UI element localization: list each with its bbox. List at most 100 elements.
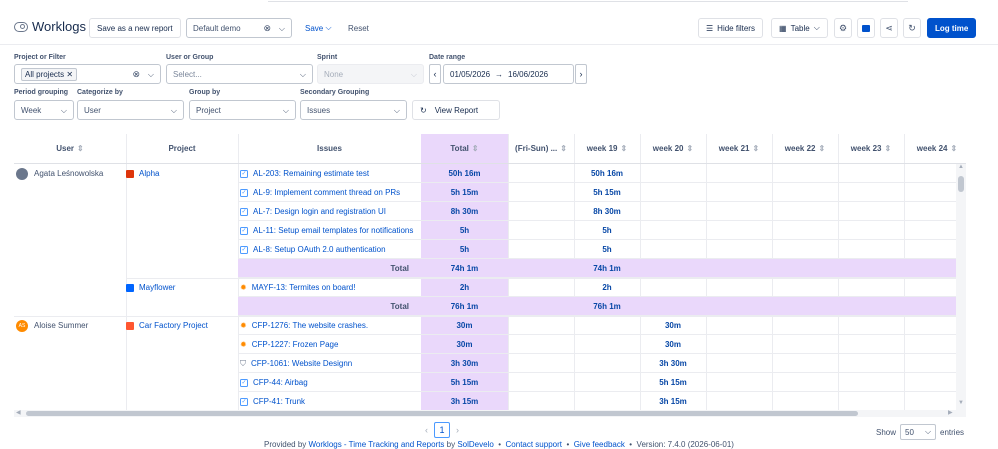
categorize-by-select[interactable]: User ⌵ (77, 100, 184, 120)
issue-cell[interactable]: ✹ CFP-1227: Frozen Page (240, 335, 421, 354)
project-avatar-icon (126, 283, 134, 292)
column-header-week-24[interactable]: week 24 ⇕ (904, 134, 966, 164)
column-header-week-22[interactable]: week 22 ⇕ (772, 134, 838, 164)
secondary-grouping-select[interactable]: Issues ⌵ (300, 100, 407, 120)
date-next-button[interactable]: › (575, 64, 587, 84)
footer-feedback-link[interactable]: Give feedback (574, 440, 625, 449)
column-header-week-19[interactable]: week 19 ⇕ (574, 134, 640, 164)
column-header-week-23[interactable]: week 23 ⇕ (838, 134, 904, 164)
table-icon: ▦ (779, 23, 787, 33)
sort-icon[interactable]: ⇕ (472, 144, 479, 153)
sprint-filter-select: None ⌵ (317, 64, 424, 84)
scroll-down-icon[interactable]: ▼ (958, 400, 964, 406)
project-cell[interactable]: Car Factory Project (126, 316, 238, 335)
date-prev-button[interactable]: ‹ (429, 64, 441, 84)
column-header-project[interactable]: Project (126, 134, 238, 164)
log-time-button[interactable]: Log time (927, 18, 977, 38)
issue-link[interactable]: CFP-44: Airbag (253, 378, 308, 387)
issue-cell[interactable]: ✓ AL-9: Implement comment thread on PRs (240, 183, 421, 202)
project-cell[interactable]: Mayflower (126, 278, 238, 297)
issue-link[interactable]: CFP-1061: Website Designn (251, 359, 352, 368)
column-header-week-21[interactable]: week 21 ⇕ (706, 134, 772, 164)
footer-app-link[interactable]: Worklogs - Time Tracking and Reports (309, 440, 445, 449)
hide-filters-button[interactable]: ☰ Hide filters (698, 18, 763, 38)
issue-cell[interactable]: ✓ AL-7: Design login and registration UI (240, 202, 421, 221)
issue-link[interactable]: AL-8: Setup OAuth 2.0 authentication (253, 245, 386, 254)
issue-cell[interactable]: ⛉ CFP-1061: Website Designn (240, 354, 421, 373)
issue-cell[interactable]: ✓ CFP-44: Airbag (240, 373, 421, 392)
view-mode-select[interactable]: ▦ Table ⌵ (771, 18, 828, 38)
horizontal-scrollbar[interactable]: ◀ ▶ (14, 410, 966, 417)
remove-chip-icon[interactable]: ✕ (66, 70, 73, 79)
save-button[interactable]: Save ⌵ (305, 18, 332, 38)
page-size-select[interactable]: 50 ⌵ (900, 424, 937, 440)
bug-icon: ✹ (240, 283, 247, 292)
user-filter-select[interactable]: Select... ⌵ (166, 64, 313, 84)
project-link[interactable]: Mayflower (139, 283, 175, 292)
issue-link[interactable]: CFP-1227: Frozen Page (252, 340, 339, 349)
period-grouping-select[interactable]: Week ⌵ (14, 100, 74, 120)
vertical-scrollbar[interactable]: ▲ ▼ (956, 164, 966, 410)
page-1-button[interactable]: 1 (434, 422, 450, 438)
column-header-week-20[interactable]: week 20 ⇕ (640, 134, 706, 164)
sort-icon[interactable]: ⇕ (560, 144, 567, 153)
week-19-value: 5h (602, 226, 612, 235)
next-page-button[interactable]: › (456, 425, 459, 435)
group-by-select[interactable]: Project ⌵ (189, 100, 296, 120)
calendar-icon[interactable] (857, 18, 875, 38)
clear-icon[interactable]: ⊗ (263, 23, 271, 34)
issue-link[interactable]: CFP-1276: The website crashes. (252, 321, 368, 330)
prev-page-button[interactable]: ‹ (425, 425, 428, 435)
sort-icon[interactable]: ⇕ (819, 144, 826, 153)
sort-icon[interactable]: ⇕ (621, 144, 628, 153)
total-value: 5h (459, 245, 470, 254)
column-header-total[interactable]: Total ⇕ (421, 134, 508, 164)
footer-contact-link[interactable]: Contact support (506, 440, 562, 449)
issue-cell[interactable]: ✓ CFP-41: Trunk (240, 392, 421, 411)
share-icon[interactable]: ⋖ (880, 18, 898, 38)
scroll-right-icon[interactable]: ▶ (948, 409, 953, 416)
footer-vendor-link[interactable]: SolDevelo (457, 440, 493, 449)
sort-icon[interactable]: ⇕ (885, 144, 892, 153)
sort-icon[interactable]: ⇕ (951, 144, 958, 153)
project-link[interactable]: Alpha (139, 169, 159, 178)
sort-icon[interactable]: ⇕ (77, 144, 84, 153)
scroll-up-icon[interactable]: ▲ (958, 164, 964, 170)
view-mode-label: Table (790, 23, 810, 33)
issue-cell[interactable]: ✹ CFP-1276: The website crashes. (240, 316, 421, 335)
project-filter-select[interactable]: All projects ✕ ⊗ ⌵ (14, 64, 161, 84)
save-as-new-report-button[interactable]: Save as a new report (89, 18, 181, 38)
reset-button[interactable]: Reset (348, 18, 369, 38)
project-avatar-icon (126, 169, 134, 178)
column-header-issues[interactable]: Issues (238, 134, 421, 164)
column-header-user[interactable]: User ⇕ (14, 134, 126, 164)
view-report-button[interactable]: ↻ View Report (412, 100, 500, 120)
issue-link[interactable]: AL-11: Setup email templates for notific… (253, 226, 413, 235)
issue-cell[interactable]: ✓ AL-8: Setup OAuth 2.0 authentication (240, 240, 421, 259)
project-link[interactable]: Car Factory Project (139, 321, 208, 330)
week-19-value: 5h 15m (593, 188, 621, 197)
issue-cell[interactable]: ✓ AL-203: Remaining estimate test (240, 164, 421, 183)
column-header--fri-sun-[interactable]: (Fri-Sun) ... ⇕ (508, 134, 574, 164)
issue-cell[interactable]: ✹ MAYF-13: Termites on board! (240, 278, 421, 297)
date-range-input[interactable]: 01/05/2026 → 16/06/2026 (443, 64, 574, 84)
scroll-left-icon[interactable]: ◀ (16, 409, 21, 416)
user-cell[interactable]: AS Aloise Summer (16, 316, 126, 335)
settings-gear-icon[interactable]: ⚙ (834, 18, 852, 38)
issue-cell[interactable]: ✓ AL-11: Setup email templates for notifi… (240, 221, 421, 240)
issue-link[interactable]: AL-203: Remaining estimate test (253, 169, 369, 178)
project-chip[interactable]: All projects ✕ (21, 67, 78, 81)
refresh-icon[interactable]: ↻ (903, 18, 921, 38)
categorize-by-label: Categorize by (77, 89, 123, 96)
issue-link[interactable]: CFP-41: Trunk (253, 397, 305, 406)
project-cell[interactable]: Alpha (126, 164, 238, 183)
entries-label: entries (940, 427, 965, 437)
report-select[interactable]: Default demo ⊗ ⌵ (186, 18, 292, 38)
issue-link[interactable]: AL-9: Implement comment thread on PRs (253, 188, 400, 197)
sort-icon[interactable]: ⇕ (687, 144, 694, 153)
user-cell[interactable]: Agata Leśnowolska (16, 164, 126, 183)
sort-icon[interactable]: ⇕ (753, 144, 760, 153)
clear-icon[interactable]: ⊗ (132, 69, 140, 80)
issue-link[interactable]: MAYF-13: Termites on board! (252, 283, 356, 292)
issue-link[interactable]: AL-7: Design login and registration UI (253, 207, 386, 216)
